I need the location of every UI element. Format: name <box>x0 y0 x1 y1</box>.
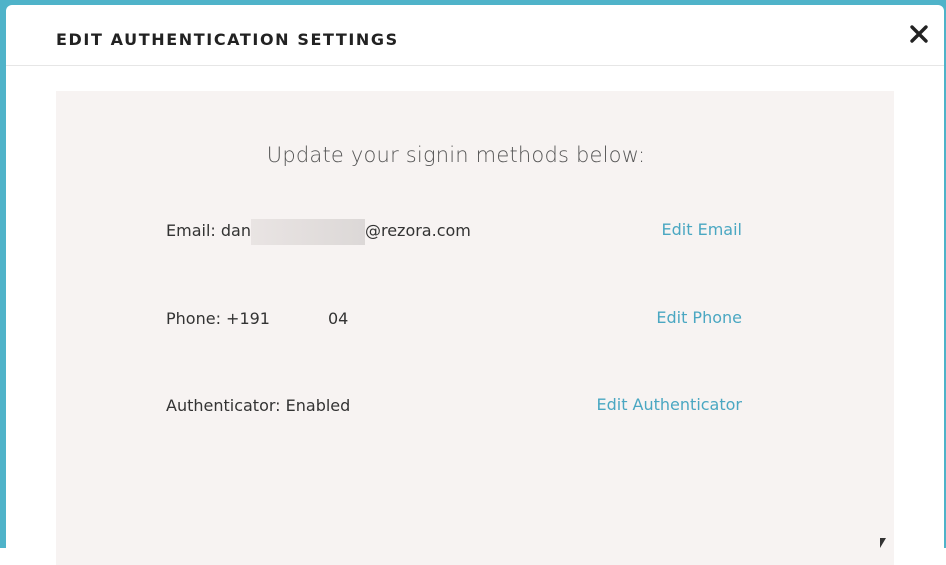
modal-header: EDIT AUTHENTICATION SETTINGS <box>6 5 944 66</box>
auth-methods-panel: Update your signin methods below: Email:… <box>56 91 894 565</box>
mouse-cursor-icon <box>880 538 886 548</box>
redacted-block <box>250 218 365 245</box>
edit-auth-modal: EDIT AUTHENTICATION SETTINGS Update your… <box>6 5 944 565</box>
edit-authenticator-link[interactable]: Edit Authenticator <box>596 395 742 414</box>
authenticator-label: Authenticator: Enabled <box>166 396 351 415</box>
phone-label-prefix: Phone: +191 <box>166 309 270 328</box>
close-icon <box>910 25 928 43</box>
panel-subtitle: Update your signin methods below: <box>266 143 646 167</box>
edit-email-link[interactable]: Edit Email <box>662 220 742 239</box>
email-label-prefix: Email: dan <box>166 221 251 240</box>
phone-label: Phone: +191 04 <box>166 306 349 333</box>
email-label-suffix: @rezora.com <box>364 221 471 240</box>
edit-phone-link[interactable]: Edit Phone <box>656 308 742 327</box>
modal-title: EDIT AUTHENTICATION SETTINGS <box>56 30 399 49</box>
phone-label-suffix: 04 <box>327 309 349 328</box>
close-button[interactable] <box>905 19 933 49</box>
email-label: Email: dan @rezora.com <box>166 218 471 245</box>
redacted-block <box>269 306 328 333</box>
